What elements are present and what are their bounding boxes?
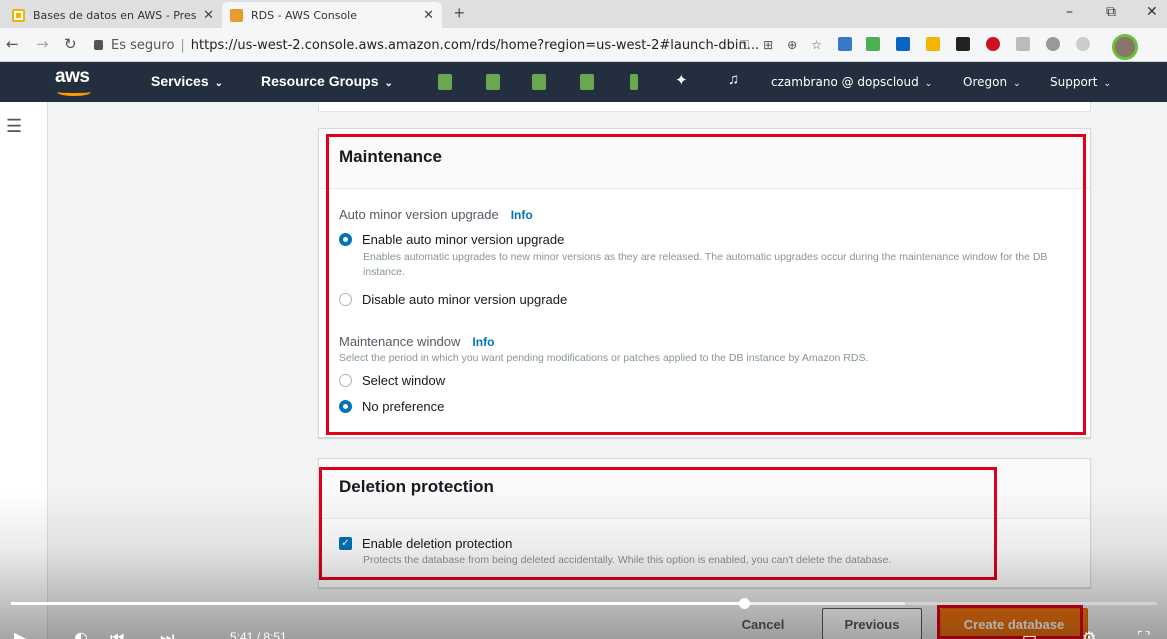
fast-forward-icon[interactable]: ⏭ bbox=[160, 628, 174, 639]
new-tab-button[interactable]: + bbox=[454, 3, 465, 24]
service-shortcut-icon[interactable] bbox=[486, 74, 500, 90]
profile-avatar[interactable] bbox=[1112, 34, 1138, 60]
create-database-highlight-box bbox=[937, 605, 1083, 639]
captions-icon[interactable]: ▭ bbox=[1022, 628, 1037, 639]
aws-top-nav: aws Services ⌄ Resource Groups ⌄ ✦ ♫ czamb… bbox=[0, 62, 1167, 102]
extension-icon[interactable] bbox=[866, 37, 880, 51]
volume-icon[interactable]: ◐ bbox=[74, 628, 88, 639]
hamburger-menu-icon[interactable]: ☰ bbox=[6, 116, 22, 137]
resource-groups-label: Resource Groups bbox=[261, 73, 379, 89]
reload-icon[interactable]: ↻ bbox=[64, 35, 77, 53]
fullscreen-icon[interactable]: ⛶ bbox=[1138, 628, 1149, 639]
resource-groups-menu[interactable]: Resource Groups ⌄ bbox=[261, 73, 393, 89]
extension-icon[interactable] bbox=[838, 37, 852, 51]
aws-logo[interactable]: aws bbox=[55, 66, 91, 96]
secure-label: Es seguro bbox=[111, 37, 175, 53]
close-window-button[interactable]: ✕ bbox=[1146, 4, 1158, 20]
deletion-highlight-box bbox=[319, 467, 997, 580]
zoom-icon[interactable]: ⊕ bbox=[787, 38, 797, 53]
aws-box-icon bbox=[230, 8, 243, 22]
chevron-down-icon: ⌄ bbox=[924, 79, 933, 89]
aws-logo-text: aws bbox=[55, 66, 90, 87]
settings-gear-icon[interactable]: ⚙ bbox=[1082, 628, 1096, 639]
back-icon[interactable]: ← bbox=[6, 35, 19, 53]
close-tab-icon[interactable]: ✕ bbox=[423, 8, 434, 23]
restore-button[interactable]: ⧉ bbox=[1106, 4, 1116, 20]
omnibox[interactable]: Es seguro | https://us-west-2.console.aw… bbox=[94, 32, 822, 58]
extension-icon[interactable] bbox=[1076, 37, 1090, 51]
slides-icon bbox=[12, 8, 25, 22]
services-menu[interactable]: Services ⌄ bbox=[151, 73, 223, 89]
extension-icon[interactable] bbox=[956, 37, 970, 51]
region-label: Oregon bbox=[963, 75, 1008, 89]
aws-smile-icon bbox=[57, 88, 91, 96]
close-tab-icon[interactable]: ✕ bbox=[203, 8, 214, 23]
key-icon[interactable]: ⚿ bbox=[740, 38, 749, 53]
previous-panel-bottom bbox=[318, 102, 1091, 112]
account-menu[interactable]: czambrano @ dopscloud ⌄ bbox=[771, 75, 932, 89]
separator: | bbox=[180, 37, 185, 53]
rewind-icon[interactable]: ⏮ bbox=[110, 628, 124, 639]
service-shortcut-icon[interactable] bbox=[580, 74, 594, 90]
services-label: Services bbox=[151, 73, 209, 89]
browser-tab-strip: Bases de datos en AWS - Present ✕ RDS - … bbox=[0, 0, 1167, 28]
support-label: Support bbox=[1050, 75, 1098, 89]
service-shortcut-icon[interactable] bbox=[630, 74, 638, 90]
video-progress-bar[interactable] bbox=[11, 598, 1157, 609]
pin-icon[interactable]: ✦ bbox=[675, 71, 688, 89]
service-shortcut-icon[interactable] bbox=[532, 74, 546, 90]
drive-icon[interactable] bbox=[926, 37, 940, 51]
play-icon[interactable]: ▶ bbox=[14, 628, 26, 639]
support-menu[interactable]: Support ⌄ bbox=[1050, 75, 1111, 89]
translate-icon[interactable]: ⊞ bbox=[763, 38, 773, 53]
bell-icon[interactable]: ♫ bbox=[728, 71, 739, 88]
account-label: czambrano @ dopscloud bbox=[771, 75, 919, 89]
extension-icon[interactable] bbox=[1016, 37, 1030, 51]
tab-title: Bases de datos en AWS - Present bbox=[33, 8, 198, 22]
address-bar-row: ← → ↻ Es seguro | https://us-west-2.cons… bbox=[0, 28, 1167, 62]
previous-button[interactable]: Previous bbox=[822, 608, 922, 639]
url-text[interactable]: https://us-west-2.console.aws.amazon.com… bbox=[191, 38, 759, 53]
sidebar: ☰ bbox=[0, 102, 48, 639]
bookmark-star-icon[interactable]: ☆ bbox=[811, 38, 822, 53]
linkedin-icon[interactable] bbox=[896, 37, 910, 51]
opera-icon[interactable] bbox=[986, 37, 1000, 51]
chevron-down-icon: ⌄ bbox=[384, 78, 393, 89]
forward-icon[interactable]: → bbox=[36, 35, 49, 53]
chevron-down-icon: ⌄ bbox=[214, 78, 223, 89]
tab-title: RDS - AWS Console bbox=[251, 8, 358, 22]
tab-rds-console[interactable]: RDS - AWS Console ✕ bbox=[222, 2, 442, 28]
region-menu[interactable]: Oregon ⌄ bbox=[963, 75, 1021, 89]
omnibox-icons: ⚿ ⊞ ⊕ ☆ bbox=[740, 38, 822, 53]
cloud-icon[interactable] bbox=[1046, 37, 1060, 51]
service-shortcut-icon[interactable] bbox=[438, 74, 452, 90]
lock-icon bbox=[94, 40, 103, 50]
minimize-button[interactable]: – bbox=[1066, 4, 1073, 20]
video-time: 5:41 / 8:51 bbox=[230, 630, 287, 639]
chevron-down-icon: ⌄ bbox=[1013, 79, 1021, 89]
chevron-down-icon: ⌄ bbox=[1103, 79, 1111, 89]
tab-presentation[interactable]: Bases de datos en AWS - Present ✕ bbox=[4, 2, 222, 28]
video-played-bar bbox=[11, 602, 745, 605]
cancel-button[interactable]: Cancel bbox=[730, 608, 796, 639]
maintenance-highlight-box bbox=[326, 134, 1086, 435]
